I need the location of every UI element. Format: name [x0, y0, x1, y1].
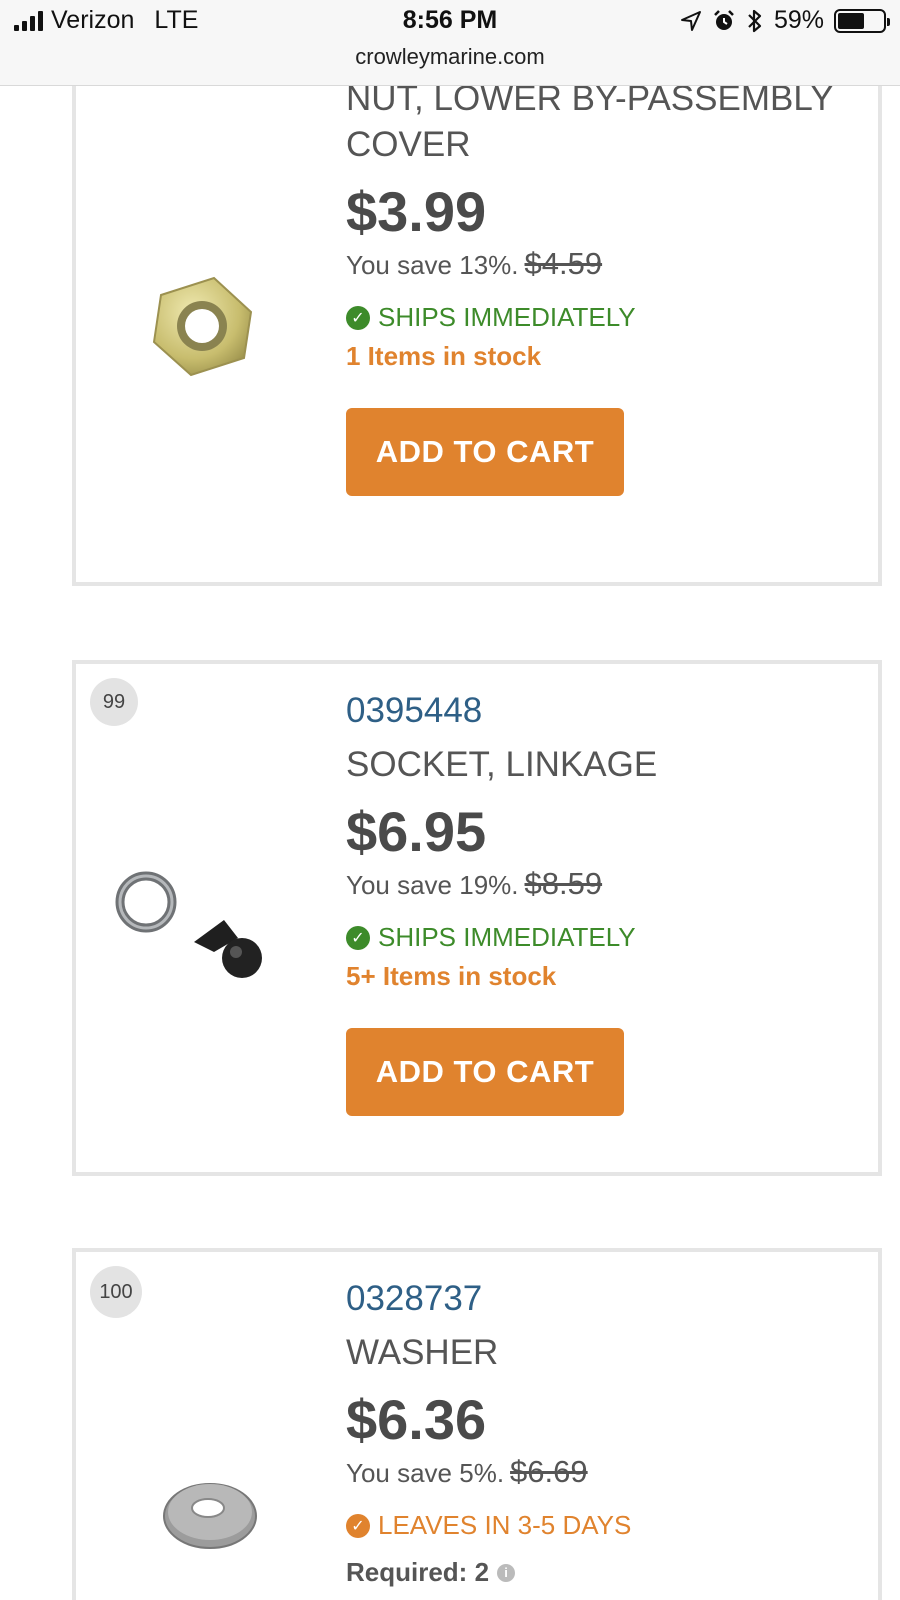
- product-price: $6.36: [346, 1388, 487, 1451]
- check-circle-icon: ✓: [346, 305, 370, 330]
- product-image-socket-linkage[interactable]: [96, 834, 316, 1014]
- shipping-label: SHIPS IMMEDIATELY: [378, 922, 636, 952]
- stock-status: 1 Items in stock: [346, 341, 542, 371]
- product-name: WASHER: [346, 1333, 499, 1372]
- required-label: Required: 2: [346, 1557, 490, 1587]
- shipping-status: ✓ SHIPS IMMEDIATELY: [346, 922, 858, 953]
- savings-percent: You save 5%.: [346, 1458, 505, 1488]
- product-image-hex-nut[interactable]: [96, 240, 316, 420]
- product-info: 0328737 WASHER $6.36 You save 5%. $6.69 ✓…: [346, 1274, 858, 1588]
- product-card: 100 0328737 WASHER $6.36 You save 5%. $6.…: [72, 1248, 882, 1600]
- info-icon[interactable]: i: [497, 1563, 516, 1582]
- savings-text: You save 13%. $4.59: [346, 246, 858, 282]
- product-info: 0395448 SOCKET, LINKAGE $6.95 You save 1…: [346, 686, 858, 1116]
- shipping-status: ✓ LEAVES IN 3-5 DAYS: [346, 1510, 858, 1541]
- bluetooth-icon: [748, 9, 762, 32]
- battery-icon: [834, 8, 890, 33]
- original-price: $8.59: [524, 866, 603, 901]
- savings-text: You save 5%. $6.69: [346, 1454, 858, 1490]
- stock-status: 5+ Items in stock: [346, 961, 557, 991]
- address-bar-url[interactable]: crowleymarine.com: [0, 44, 900, 70]
- status-bar: Verizon LTE 8:56 PM 59% crowleymarine.co…: [0, 0, 900, 86]
- battery-percent: 59%: [773, 6, 824, 34]
- item-index-badge: 99: [90, 678, 138, 726]
- part-number-link[interactable]: 0328737: [346, 1274, 858, 1324]
- original-price: $4.59: [524, 246, 603, 281]
- status-right: 59%: [680, 6, 890, 35]
- add-to-cart-button[interactable]: ADD TO CART: [346, 1028, 624, 1116]
- product-name: SOCKET, LINKAGE: [346, 745, 658, 784]
- check-circle-icon: ✓: [346, 925, 370, 950]
- check-circle-icon: ✓: [346, 1513, 370, 1538]
- product-card: 0328740 NUT, LOWER BY-PASSEMBLY COVER $3…: [72, 31, 882, 586]
- required-quantity: Required: 2 i: [346, 1557, 858, 1588]
- savings-percent: You save 13%.: [346, 250, 519, 280]
- savings-text: You save 19%. $8.59: [346, 866, 858, 902]
- part-number-link[interactable]: 0395448: [346, 686, 858, 736]
- product-price: $6.95: [346, 800, 487, 863]
- shipping-status: ✓ SHIPS IMMEDIATELY: [346, 302, 858, 333]
- add-to-cart-button[interactable]: ADD TO CART: [346, 408, 624, 496]
- product-name: NUT, LOWER BY-PASSEMBLY COVER: [346, 79, 833, 164]
- product-image-washer[interactable]: [96, 1422, 316, 1600]
- shipping-label: SHIPS IMMEDIATELY: [378, 302, 636, 332]
- product-info: 0328740 NUT, LOWER BY-PASSEMBLY COVER $3…: [346, 26, 858, 496]
- location-arrow-icon: [680, 10, 701, 31]
- shipping-label: LEAVES IN 3-5 DAYS: [378, 1510, 632, 1540]
- alarm-clock-icon: [714, 9, 734, 30]
- item-index-badge: 100: [90, 1266, 142, 1318]
- product-card: 99 0395448 SOCKET, LINKAGE $6.95 You sav…: [72, 660, 882, 1176]
- original-price: $6.69: [510, 1454, 588, 1489]
- battery-fill: [838, 12, 864, 29]
- savings-percent: You save 19%.: [346, 870, 519, 900]
- product-price: $3.99: [346, 180, 487, 243]
